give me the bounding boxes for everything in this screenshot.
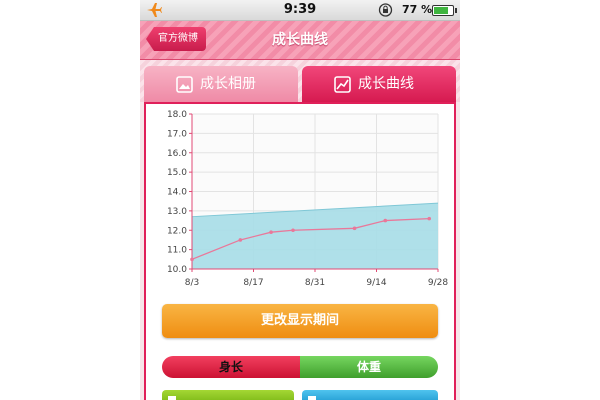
tab-label: 成长曲线 — [358, 76, 414, 92]
growth-chart: 10.0 11.0 12.0 13.0 14.0 15.0 16.0 17.0 18.0 8/3 8… — [167, 110, 448, 288]
height-weight-toggle: 身长 体重 — [162, 356, 438, 378]
y-tick-label: 17.0 — [167, 129, 187, 139]
y-tick-label: 13.0 — [167, 207, 187, 217]
y-tick-label: 18.0 — [167, 110, 187, 120]
blue-action-button[interactable] — [302, 390, 438, 400]
chart-icon — [334, 76, 351, 93]
y-tick-label: 10.0 — [167, 265, 187, 275]
change-period-button[interactable]: 更改显示期间 — [162, 304, 438, 338]
data-point — [352, 226, 357, 231]
tab-bar: 成长相册 成长曲线 — [140, 60, 460, 102]
y-tick-label: 11.0 — [167, 246, 187, 256]
tab-label: 成长相册 — [200, 76, 256, 92]
data-point — [291, 228, 295, 233]
tab-growth-album[interactable]: 成长相册 — [144, 66, 298, 102]
data-point — [238, 238, 243, 242]
y-tick-label: 16.0 — [167, 149, 187, 159]
button-icon — [168, 396, 176, 400]
battery-icon — [432, 5, 457, 16]
x-tick-label: 9/28 — [428, 278, 448, 288]
photo-icon — [176, 76, 193, 93]
status-bar: 9:39 77 % — [140, 0, 460, 21]
y-tick-label: 15.0 — [167, 168, 187, 178]
y-tick-label: 12.0 — [167, 226, 187, 236]
data-point — [269, 230, 273, 234]
battery-percent: 77 % — [402, 3, 433, 16]
x-tick-label: 8/3 — [185, 278, 199, 288]
toggle-weight[interactable]: 体重 — [300, 356, 438, 378]
nav-bar: 官方微博 成长曲线 — [140, 21, 460, 60]
x-tick-label: 8/17 — [243, 278, 263, 288]
toggle-height[interactable]: 身长 — [162, 356, 300, 378]
x-tick-label: 9/14 — [366, 278, 386, 288]
content-panel: 10.0 11.0 12.0 13.0 14.0 15.0 16.0 17.0 18.0 8/3 8… — [144, 102, 456, 400]
data-point — [427, 216, 432, 221]
green-action-button[interactable] — [162, 390, 294, 400]
battery-nub — [455, 8, 457, 13]
orientation-lock-icon — [378, 3, 393, 17]
data-point — [383, 218, 388, 223]
y-tick-label: 14.0 — [167, 188, 187, 198]
tab-growth-curve[interactable]: 成长曲线 — [302, 66, 456, 102]
page-title: 成长曲线 — [272, 32, 328, 48]
x-tick-label: 8/31 — [305, 278, 325, 288]
data-point — [190, 257, 194, 262]
phone-screen: 9:39 77 % 官方微博 成长曲线 成长相册 成长曲线 10.0 11.0 … — [140, 0, 460, 400]
button-icon — [308, 396, 316, 400]
battery-level — [434, 7, 448, 14]
